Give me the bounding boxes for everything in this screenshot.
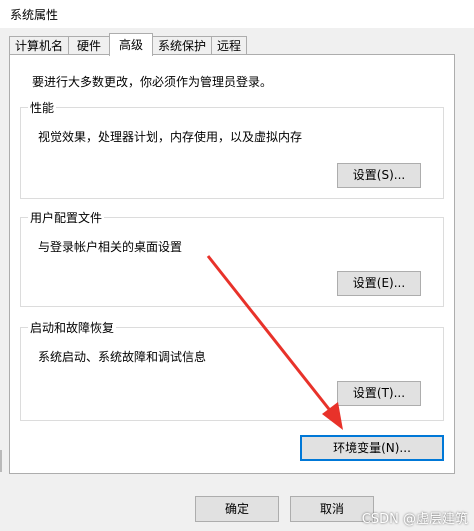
performance-title: 性能	[28, 99, 57, 116]
performance-desc: 视觉效果，处理器计划，内存使用，以及虚拟内存	[38, 130, 303, 144]
user-profiles-settings-button[interactable]: 设置(E)...	[337, 271, 421, 296]
performance-settings-button[interactable]: 设置(S)...	[337, 163, 421, 188]
user-profiles-group: 用户配置文件 与登录帐户相关的桌面设置 设置(E)...	[20, 209, 444, 307]
user-profiles-desc: 与登录帐户相关的桌面设置	[38, 240, 183, 254]
tab-system-protection[interactable]: 系统保护	[152, 36, 212, 54]
startup-recovery-group: 启动和故障恢复 系统启动、系统故障和调试信息 设置(T)...	[20, 319, 444, 421]
admin-note: 要进行大多数更改，你必须作为管理员登录。	[32, 75, 273, 89]
tab-hardware[interactable]: 硬件	[68, 36, 110, 54]
tab-computer-name[interactable]: 计算机名	[9, 36, 69, 54]
tab-remote[interactable]: 远程	[211, 36, 247, 54]
startup-recovery-title: 启动和故障恢复	[28, 319, 117, 336]
window-edge-fragment	[0, 450, 2, 472]
environment-variables-button[interactable]: 环境变量(N)...	[300, 435, 444, 461]
startup-recovery-settings-button[interactable]: 设置(T)...	[337, 381, 421, 406]
watermark: CSDN @虚层建筑	[361, 512, 468, 527]
ok-button[interactable]: 确定	[195, 496, 279, 522]
title-bar: 系统属性	[0, 0, 474, 28]
performance-group: 性能 视觉效果，处理器计划，内存使用，以及虚拟内存 设置(S)...	[20, 99, 444, 199]
startup-recovery-desc: 系统启动、系统故障和调试信息	[38, 350, 207, 364]
advanced-panel: 要进行大多数更改，你必须作为管理员登录。 性能 视觉效果，处理器计划，内存使用，…	[9, 54, 455, 474]
window-title: 系统属性	[10, 8, 59, 22]
user-profiles-title: 用户配置文件	[28, 209, 105, 226]
tab-advanced[interactable]: 高级	[109, 33, 153, 56]
